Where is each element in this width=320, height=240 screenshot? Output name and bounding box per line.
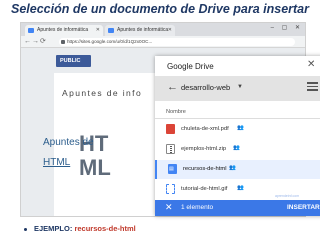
slide: Selección de un documento de Drive para … bbox=[0, 0, 320, 240]
watermark: aprendeinf.com bbox=[275, 194, 300, 198]
selection-count: 1 elemento bbox=[181, 204, 214, 211]
close-tab-icon[interactable]: ✕ bbox=[168, 25, 172, 36]
site-subtitle-1: Apuntes de bbox=[43, 137, 94, 148]
site-name: Apuntes de info bbox=[62, 88, 143, 98]
bullet-icon bbox=[24, 227, 27, 231]
site-subtitle-2[interactable]: HTML bbox=[43, 157, 70, 168]
divider bbox=[155, 118, 320, 119]
window-controls[interactable]: – ▢ ✕ bbox=[271, 24, 303, 31]
folder-bar: ← desarrollo-web ▼ bbox=[155, 76, 320, 101]
shared-people-icon: 👥 bbox=[229, 165, 236, 171]
column-header-name[interactable]: Nombre bbox=[166, 109, 186, 115]
address-bar: ←→⟳ https://sites.google.com/u/0/d/1Q2x0… bbox=[21, 36, 305, 48]
close-icon[interactable]: ✕ bbox=[307, 60, 315, 70]
file-name: tutorial-de-html.gif bbox=[181, 186, 228, 192]
slide-title: Selección de un documento de Drive para … bbox=[10, 2, 309, 16]
site-logo-text-2: ML bbox=[79, 155, 111, 180]
file-row[interactable]: ejemplos-html.zip 👥 bbox=[155, 140, 320, 159]
shared-people-icon: 👥 bbox=[233, 145, 240, 151]
sites-icon bbox=[108, 28, 114, 33]
file-name: recursos-de-html bbox=[183, 166, 227, 172]
lock-icon bbox=[61, 40, 65, 44]
browser-tab-2-label: Apuntes de informática bbox=[117, 27, 169, 33]
file-name: chuleta-de-xml.pdf bbox=[181, 126, 229, 132]
drive-picker-dialog: Google Drive ✕ ← desarrollo-web ▼ Nombre… bbox=[155, 56, 320, 216]
file-row-selected[interactable]: ▤ recursos-de-html 👥 bbox=[155, 160, 320, 179]
url-field[interactable]: https://sites.google.com/u/0/d/1Q2x0OC..… bbox=[59, 38, 295, 46]
selection-bar: ✕ 1 elemento INSERTAR bbox=[155, 200, 320, 216]
sites-icon bbox=[28, 28, 34, 33]
bullet-value: recursos-de-html bbox=[74, 224, 136, 233]
browser-tab-1-label: Apuntes de informática bbox=[37, 27, 89, 33]
nav-buttons-icon[interactable]: ←→⟳ bbox=[24, 37, 47, 45]
list-view-icon[interactable] bbox=[307, 82, 318, 93]
clear-selection-icon[interactable]: ✕ bbox=[165, 202, 173, 213]
browser-tab-1[interactable]: Apuntes de informática ✕ bbox=[25, 25, 103, 36]
folder-name[interactable]: desarrollo-web bbox=[181, 83, 230, 92]
pdf-file-icon bbox=[166, 124, 175, 134]
zip-file-icon bbox=[166, 144, 175, 154]
close-tab-icon[interactable]: ✕ bbox=[96, 25, 100, 36]
chevron-down-icon[interactable]: ▼ bbox=[237, 84, 243, 90]
file-row[interactable]: chuleta-de-xml.pdf 👥 bbox=[155, 120, 320, 139]
publish-button[interactable]: PUBLIC bbox=[56, 55, 91, 67]
insert-button[interactable]: INSERTAR bbox=[287, 204, 320, 211]
url-text: https://sites.google.com/u/0/d/1Q2x0OC..… bbox=[67, 39, 153, 44]
dialog-header: Google Drive ✕ bbox=[155, 56, 320, 76]
shared-people-icon: 👥 bbox=[237, 125, 244, 131]
browser-tab-2[interactable]: Apuntes de informática ✕ bbox=[105, 25, 175, 36]
file-name: ejemplos-html.zip bbox=[181, 146, 227, 152]
dialog-title: Google Drive bbox=[167, 62, 214, 71]
example-bullet: EJEMPLO: recursos-de-html bbox=[24, 224, 136, 233]
shared-people-icon: 👥 bbox=[237, 185, 244, 191]
html-file-icon: ▤ bbox=[168, 164, 177, 174]
tab-strip: Apuntes de informática ✕ Apuntes de info… bbox=[21, 23, 305, 36]
gif-file-icon bbox=[166, 184, 175, 194]
back-arrow-icon[interactable]: ← bbox=[167, 81, 178, 93]
bullet-label: EJEMPLO: bbox=[34, 224, 75, 233]
